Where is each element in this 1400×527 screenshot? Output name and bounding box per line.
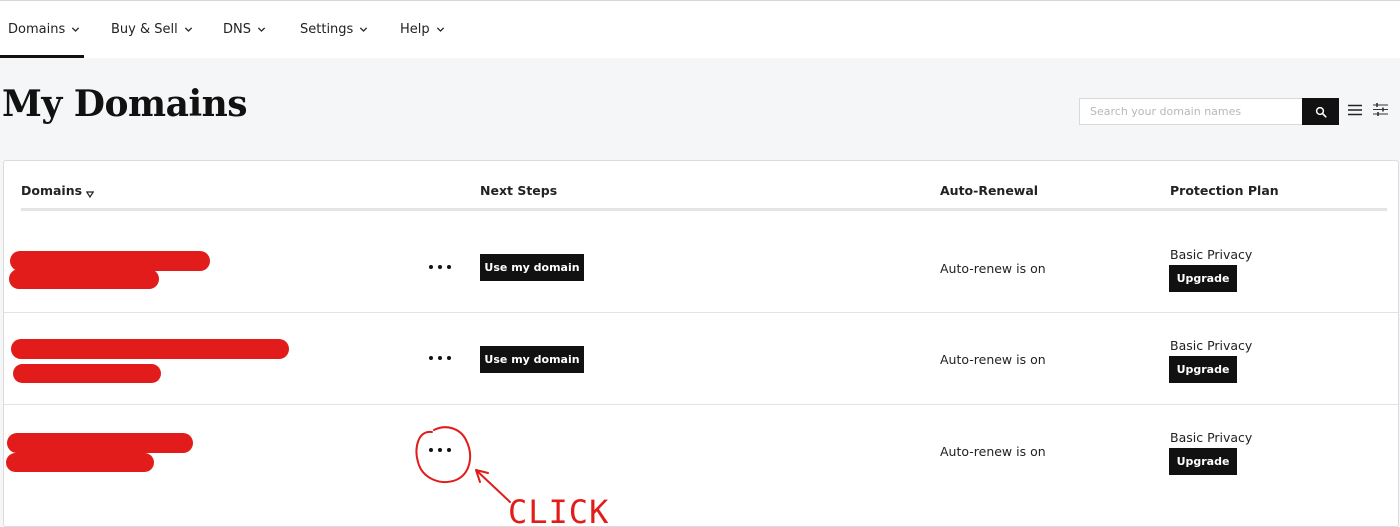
nav-item-settings[interactable]: Settings [300,22,368,37]
dot [429,356,433,360]
more-options-button[interactable] [429,260,451,274]
chevron-down-icon [436,27,444,32]
nav-item-buy-sell[interactable]: Buy & Sell [111,22,193,37]
column-header-protection-plan: Protection Plan [1170,183,1279,198]
dot [447,356,451,360]
redacted-domain-name [10,251,210,271]
nav-item-domains[interactable]: Domains [8,22,80,37]
dot [438,448,442,452]
dot [447,265,451,269]
dot [438,265,442,269]
dot [447,448,451,452]
dot [438,356,442,360]
chevron-down-icon [72,27,80,32]
domain-search [1079,98,1339,125]
chevron-down-icon [184,27,192,32]
chevron-down-icon [360,27,368,32]
more-options-button[interactable] [429,351,451,365]
use-my-domain-button[interactable]: Use my domain [480,254,584,281]
column-header-domains[interactable]: Domains [21,183,82,198]
redacted-domain-name [7,433,193,453]
more-options-button[interactable] [429,443,451,457]
upgrade-button[interactable]: Upgrade [1169,448,1237,475]
auto-renew-status: Auto-renew is on [940,261,1046,276]
search-input[interactable] [1079,98,1302,125]
redacted-domain-name [6,453,154,472]
header-divider [21,208,1387,211]
nav-item-label: Buy & Sell [111,22,178,37]
row-divider [4,312,1398,313]
column-header-next-steps: Next Steps [480,183,558,198]
search-button[interactable] [1302,98,1339,125]
list-view-icon[interactable] [1347,102,1363,118]
page-title: My Domains [2,83,248,125]
sort-descending-icon[interactable] [86,191,94,198]
protection-plan-name: Basic Privacy [1170,338,1253,353]
nav-item-label: DNS [223,22,251,37]
auto-renew-status: Auto-renew is on [940,444,1046,459]
domains-table: Domains Next Steps Auto-Renewal Protecti… [3,160,1399,527]
protection-plan-name: Basic Privacy [1170,247,1253,262]
nav-item-label: Settings [300,22,354,37]
top-nav-bar: Domains Buy & Sell DNS Settings Help [0,0,1400,59]
dot [429,448,433,452]
dot [429,265,433,269]
nav-item-dns[interactable]: DNS [223,22,266,37]
nav-item-label: Domains [8,22,66,37]
row-divider [4,404,1398,405]
chevron-down-icon [257,27,266,32]
redacted-domain-name [11,339,289,359]
auto-renew-status: Auto-renew is on [940,352,1046,367]
upgrade-button[interactable]: Upgrade [1169,356,1237,383]
redacted-domain-name [13,364,161,383]
upgrade-button[interactable]: Upgrade [1169,265,1237,292]
protection-plan-name: Basic Privacy [1170,430,1253,445]
redacted-domain-name [9,269,159,289]
nav-item-label: Help [400,22,430,37]
nav-item-help[interactable]: Help [400,22,445,37]
use-my-domain-button[interactable]: Use my domain [480,346,584,373]
column-header-auto-renewal: Auto-Renewal [940,183,1039,198]
search-icon [1315,106,1327,118]
filter-sliders-icon[interactable] [1372,101,1389,118]
